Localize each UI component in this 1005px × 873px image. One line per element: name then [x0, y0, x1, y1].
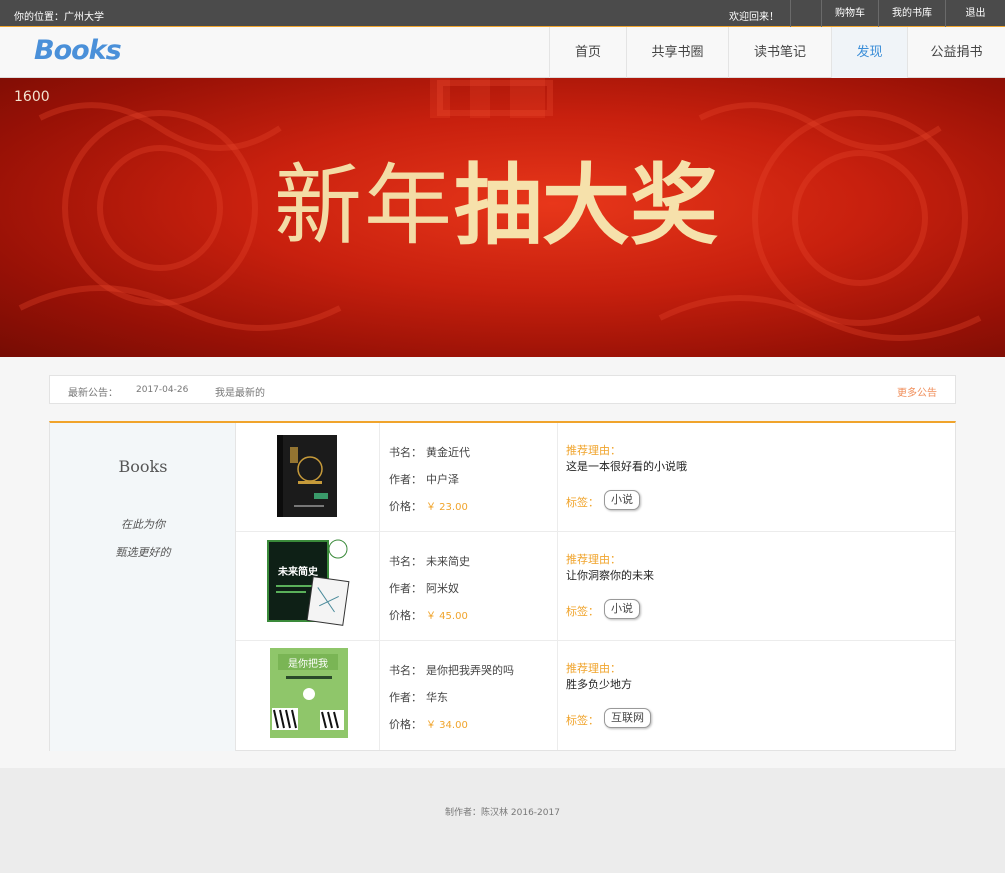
sidebar-slogan-line2: 甄选更好的 [115, 546, 171, 559]
footer-credit: 制作者：陈汉林 2016-2017 [445, 808, 560, 818]
tag-label: 标签： [566, 496, 599, 509]
reason-label: 推荐理由： [566, 662, 621, 675]
book-row: 未来简史 书名： 未来简史 作者： 阿米奴 价格： ￥ 45.00 推荐理由： 让你洞… [236, 532, 955, 641]
book-name[interactable]: 未来简史 [426, 555, 470, 568]
nav-item-reading-notes[interactable]: 读书笔记 [728, 27, 831, 78]
nav-item-shared-circle[interactable]: 共享书圈 [626, 27, 728, 78]
book-cover-cell [236, 423, 380, 532]
logo[interactable]: Books [34, 35, 122, 66]
top-links: 购物车 我的书库 退出 [790, 0, 1005, 27]
book-name-label: 书名： [389, 555, 422, 568]
top-bar: 你的位置：广州大学 欢迎回来！ 购物车 我的书库 退出 [0, 0, 1005, 27]
nav-item-donate[interactable]: 公益捐书 [907, 27, 1005, 78]
book-tag[interactable]: 小说 [604, 599, 640, 619]
reason-text: 让你洞察你的未来 [566, 569, 654, 582]
book-price-label: 价格： [389, 718, 422, 731]
book-author: 中户泽 [426, 473, 459, 486]
my-library-link[interactable]: 我的书库 [878, 0, 945, 27]
reason-text: 这是一本很好看的小说哦 [566, 460, 687, 473]
book-author-label: 作者： [389, 691, 422, 704]
announcement-date: 2017-04-26 [136, 385, 189, 395]
nav-item-discover[interactable]: 发现 [831, 27, 907, 78]
book-recommendation: 推荐理由： 这是一本很好看的小说哦 标签： 小说 [558, 423, 955, 532]
book-tag[interactable]: 互联网 [604, 708, 651, 728]
book-author-label: 作者： [389, 582, 422, 595]
reason-text: 胜多负少地方 [566, 678, 632, 691]
book-name-label: 书名： [389, 664, 422, 677]
list-sidebar: Books 在此为你 甄选更好的 [50, 423, 236, 751]
book-price-label: 价格： [389, 609, 422, 622]
more-announcements-link[interactable]: 更多公告 [897, 384, 937, 399]
book-info: 书名： 未来简史 作者： 阿米奴 价格： ￥ 45.00 [380, 532, 558, 641]
sidebar-slogan-line1: 在此为你 [121, 518, 165, 531]
book-info: 书名： 黄金近代 作者： 中户泽 价格： ￥ 23.00 [380, 423, 558, 532]
announcement-label: 最新公告： [68, 388, 118, 399]
book-name[interactable]: 黄金近代 [426, 446, 470, 459]
book-recommendation: 推荐理由： 让你洞察你的未来 标签： 小说 [558, 532, 955, 641]
announcement-bar: 最新公告： 2017-04-26 我是最新的 更多公告 [49, 375, 956, 404]
announcement-message[interactable]: 我是最新的 [215, 384, 265, 399]
banner-title-light: 新年 [274, 154, 455, 257]
tag-label: 标签： [566, 714, 599, 727]
book-author: 阿米奴 [426, 582, 459, 595]
svg-text:是你把我: 是你把我 [288, 657, 328, 670]
svg-text:未来简史: 未来简史 [277, 565, 319, 578]
book-row: 是你把我 书名： 是你把我弄哭的吗 作者： 华东 价格： ￥ 34.00 推荐理由： … [236, 641, 955, 750]
location-text: 你的位置：广州大学 [14, 12, 104, 23]
banner-title: 新年抽大奖 [274, 156, 718, 256]
top-spacer [790, 0, 821, 27]
book-name-label: 书名： [389, 446, 422, 459]
banner-title-bold: 抽大奖 [454, 154, 719, 257]
nav-menu: 首页 共享书圈 读书笔记 发现 公益捐书 [549, 27, 1005, 78]
book-cover-cell: 未来简史 [236, 532, 380, 641]
logout-link[interactable]: 退出 [945, 0, 1005, 27]
book-price-label: 价格： [389, 500, 422, 513]
book-info: 书名： 是你把我弄哭的吗 作者： 华东 价格： ￥ 34.00 [380, 641, 558, 750]
nav-item-home[interactable]: 首页 [549, 27, 626, 78]
cart-link[interactable]: 购物车 [821, 0, 878, 27]
footer: 制作者：陈汉林 2016-2017 [0, 768, 1005, 873]
book-price: ￥ 45.00 [426, 611, 468, 622]
book-cover-image[interactable]: 未来简史 [266, 539, 356, 627]
banner-counter: 1600 [14, 89, 50, 105]
book-list: Books 在此为你 甄选更好的 书名： 黄金近代 作者： 中户泽 价格： ￥ 23.… [49, 421, 956, 751]
book-row: 书名： 黄金近代 作者： 中户泽 价格： ￥ 23.00 推荐理由： 这是一本很好看的… [236, 423, 955, 532]
book-tag[interactable]: 小说 [604, 490, 640, 510]
tag-label: 标签： [566, 605, 599, 618]
book-cover-cell: 是你把我 [236, 641, 380, 750]
book-price: ￥ 23.00 [426, 502, 468, 513]
main-nav: Books 首页 共享书圈 读书笔记 发现 公益捐书 [0, 27, 1005, 78]
promo-banner[interactable]: 1600 新年抽大奖 [0, 78, 1005, 357]
reason-label: 推荐理由： [566, 444, 621, 457]
sidebar-brand: Books [118, 457, 168, 476]
book-author-label: 作者： [389, 473, 422, 486]
book-name[interactable]: 是你把我弄哭的吗 [426, 664, 514, 677]
book-cover-image[interactable]: 是你把我 [268, 646, 350, 740]
book-recommendation: 推荐理由： 胜多负少地方 标签： 互联网 [558, 641, 955, 750]
reason-label: 推荐理由： [566, 553, 621, 566]
book-price: ￥ 34.00 [426, 720, 468, 731]
book-author: 华东 [426, 691, 448, 704]
welcome-text: 欢迎回来！ [729, 12, 779, 23]
book-cover-image[interactable] [276, 433, 340, 519]
